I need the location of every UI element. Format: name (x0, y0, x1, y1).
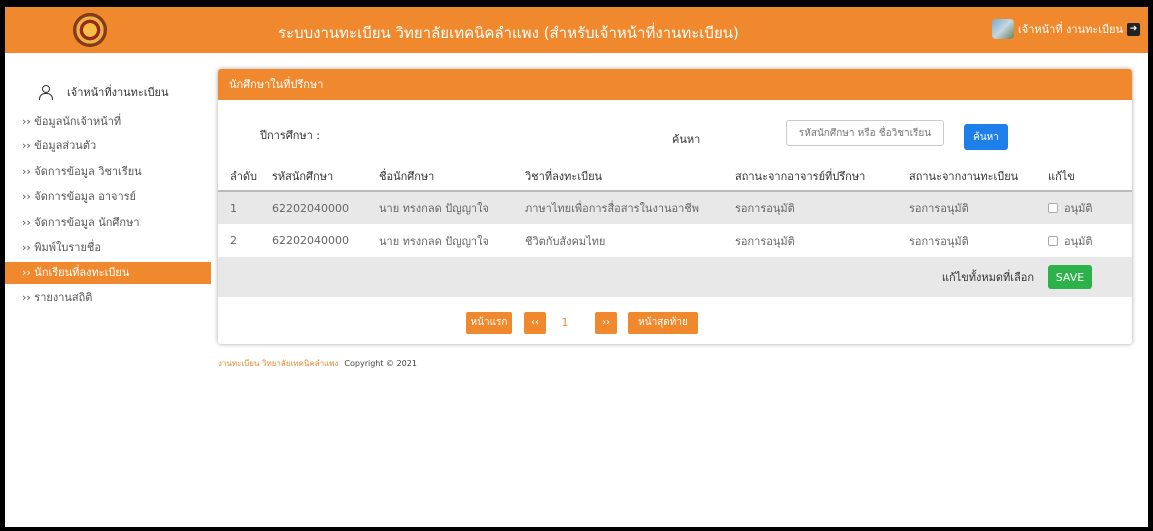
col-header-student-id: รหัสนักศึกษา (272, 161, 379, 192)
academic-year-label: ปีการศึกษา : (260, 129, 321, 142)
col-header-no: ลำดับ (218, 161, 272, 192)
approve-checkbox[interactable] (1048, 203, 1058, 213)
row-student-id: 62202040000 (272, 224, 379, 257)
row-advisor-status: รอการอนุมัติ (735, 191, 909, 224)
footer-copyright: Copyright © 2021 (344, 359, 417, 368)
col-header-edit: แก้ไข (1048, 161, 1132, 192)
sidebar-user-label: เจ้าหน้าที่งานทะเบียน (67, 86, 169, 99)
advisee-panel: นักศึกษาในที่ปรึกษา ปีการศึกษา : ค้นหา ค… (218, 69, 1132, 344)
current-page: 1 (561, 316, 569, 329)
row-student-name: นาย ทรงกลด ปัญญาใจ (379, 224, 525, 257)
app-window: ระบบงานทะเบียน วิทยาลัยเทคนิคลำแพง (สำหร… (5, 7, 1148, 527)
table-row: 2 62202040000 นาย ทรงกลด ปัญญาใจ ชีวิตกั… (218, 224, 1132, 257)
last-page-button[interactable]: หน้าสุดท้าย (628, 312, 698, 334)
save-button[interactable]: SAVE (1048, 265, 1092, 289)
page-footer: งานทะเบียน วิทยาลัยเทคนิคลำแพง Copyright … (218, 357, 417, 370)
system-title: ระบบงานทะเบียน วิทยาลัยเทคนิคลำแพง (สำหร… (278, 24, 739, 42)
approve-cell[interactable]: อนุมัติ (1048, 224, 1132, 257)
user-icon (39, 85, 53, 100)
row-no: 1 (218, 191, 272, 224)
sidebar-user: เจ้าหน้าที่งานทะเบียน (39, 83, 169, 101)
sidebar-item-manage-students[interactable]: ›› จัดการข้อมูล นักศึกษา (5, 212, 211, 234)
sidebar-item-personal-info[interactable]: ›› ข้อมูลส่วนตัว (5, 135, 211, 157)
approve-cell[interactable]: อนุมัติ (1048, 191, 1132, 224)
col-header-student-name: ชื่อนักศึกษา (379, 161, 525, 192)
row-subject: ชีวิตกับสังคมไทย (525, 224, 735, 257)
search-button[interactable]: ค้นหา (964, 124, 1008, 150)
col-header-registrar-status: สถานะจากงานทะเบียน (909, 161, 1048, 192)
col-header-advisor-status: สถานะจากอาจารย์ที่ปรึกษา (735, 161, 909, 192)
table-row: 1 62202040000 นาย ทรงกลด ปัญญาใจ ภาษาไทย… (218, 191, 1132, 224)
approve-label: อนุมัติ (1064, 202, 1093, 215)
row-registrar-status: รอการอนุมัติ (909, 224, 1048, 257)
footer-org: งานทะเบียน วิทยาลัยเทคนิคลำแพง (218, 359, 339, 368)
top-navbar: ระบบงานทะเบียน วิทยาลัยเทคนิคลำแพง (สำหร… (5, 7, 1148, 53)
sidebar-item-staff-info[interactable]: ›› ข้อมูลนักเจ้าหน้าที่ (5, 111, 211, 133)
row-registrar-status: รอการอนุมัติ (909, 191, 1048, 224)
next-page-button[interactable]: ›› (595, 312, 617, 334)
col-header-subject: วิชาที่ลงทะเบียน (525, 161, 735, 192)
table-footer-row: แก้ไขทั้งหมดที่เลือก SAVE (218, 257, 1132, 297)
college-logo-icon (73, 13, 107, 47)
row-student-id: 62202040000 (272, 191, 379, 224)
sidebar-item-manage-teachers[interactable]: ›› จัดการข้อมูล อาจารย์ (5, 186, 211, 208)
first-page-button[interactable]: หน้าแรก (466, 312, 512, 334)
user-name: เจ้าหน้าที่ งานทะเบียน (1017, 23, 1123, 36)
user-avatar (991, 19, 1014, 39)
sidebar-item-registered-students[interactable]: ›› นักเรียนที่ลงทะเบียน (5, 262, 211, 284)
edit-all-label: แก้ไขทั้งหมดที่เลือก (218, 257, 1048, 297)
row-student-name: นาย ทรงกลด ปัญญาใจ (379, 191, 525, 224)
sidebar-item-statistics-report[interactable]: ›› รายงานสถิติ (5, 287, 211, 309)
row-no: 2 (218, 224, 272, 257)
sidebar: เจ้าหน้าที่งานทะเบียน ›› ข้อมูลนักเจ้าหน… (5, 53, 211, 527)
table-header-row: ลำดับ รหัสนักศึกษา ชื่อนักศึกษา วิชาที่ล… (218, 161, 1132, 192)
row-advisor-status: รอการอนุมัติ (735, 224, 909, 257)
logout-icon[interactable]: ➜ (1127, 22, 1140, 36)
user-menu[interactable]: เจ้าหน้าที่ งานทะเบียน ➜ (991, 19, 1140, 39)
approve-label: อนุมัติ (1064, 234, 1093, 248)
search-label: ค้นหา (672, 133, 701, 146)
search-input[interactable] (786, 120, 944, 146)
row-subject: ภาษาไทยเพื่อการสื่อสารในงานอาชีพ (525, 191, 735, 224)
sidebar-item-print-list[interactable]: ›› พิมพ์ใบรายชื่อ (5, 237, 211, 259)
sidebar-item-manage-subjects[interactable]: ›› จัดการข้อมูล วิชาเรียน (5, 161, 211, 183)
prev-page-button[interactable]: ‹‹ (524, 312, 546, 334)
registration-table: ลำดับ รหัสนักศึกษา ชื่อนักศึกษา วิชาที่ล… (218, 161, 1132, 297)
approve-checkbox[interactable] (1048, 235, 1058, 246)
panel-title: นักศึกษาในที่ปรึกษา (218, 69, 1132, 100)
